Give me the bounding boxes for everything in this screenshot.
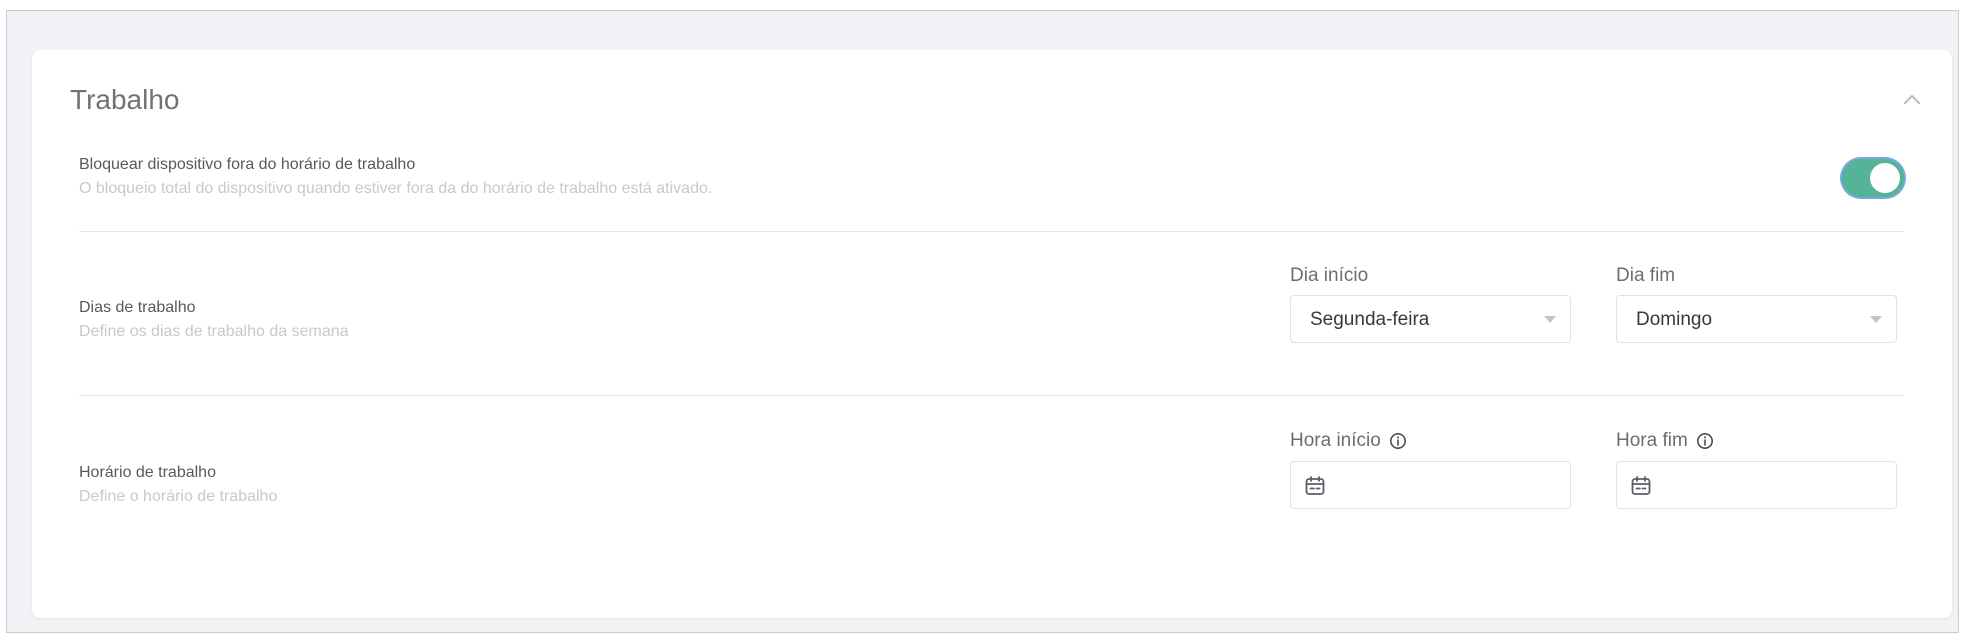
end-day-value: Domingo — [1636, 309, 1713, 330]
start-day-value: Segunda-feira — [1310, 309, 1430, 330]
calendar-icon — [1305, 476, 1325, 495]
start-day-select[interactable]: Segunda-feira — [1290, 295, 1571, 343]
work-settings-card: Trabalho Bloquear dispositivo fora do ho… — [32, 50, 1952, 618]
work-hours-label: Horário de trabalho — [79, 464, 216, 481]
toggle-knob — [1870, 163, 1900, 193]
end-hour-label: Hora fim — [1616, 430, 1714, 452]
end-hour-label-text: Hora fim — [1616, 430, 1688, 451]
work-days-row: Dias de trabalho Define os dias de traba… — [79, 265, 1904, 365]
work-hours-description: Define o horário de trabalho — [79, 488, 278, 505]
block-device-label: Bloquear dispositivo fora do horário de … — [79, 156, 416, 173]
chevron-down-icon — [1870, 316, 1882, 323]
calendar-icon — [1631, 476, 1651, 495]
block-device-row: Bloquear dispositivo fora do horário de … — [79, 156, 1904, 206]
end-day-select[interactable]: Domingo — [1616, 295, 1897, 343]
section-title: Trabalho — [70, 84, 180, 115]
block-device-toggle[interactable] — [1842, 159, 1904, 197]
end-day-label: Dia fim — [1616, 265, 1675, 287]
work-days-description: Define os dias de trabalho da semana — [79, 323, 349, 340]
end-day-label-text: Dia fim — [1616, 265, 1676, 286]
info-icon[interactable] — [1696, 432, 1714, 450]
chevron-up-icon[interactable] — [1900, 88, 1924, 112]
start-day-label: Dia início — [1290, 265, 1368, 287]
start-day-label-text: Dia início — [1290, 265, 1369, 286]
chevron-down-icon — [1544, 316, 1556, 323]
end-hour-input[interactable] — [1616, 461, 1897, 509]
divider — [79, 395, 1904, 396]
page-frame: Trabalho Bloquear dispositivo fora do ho… — [6, 10, 1959, 633]
work-days-label: Dias de trabalho — [79, 299, 196, 316]
start-hour-input[interactable] — [1290, 461, 1571, 509]
divider — [79, 231, 1904, 232]
info-icon[interactable] — [1389, 432, 1407, 450]
start-hour-label-text: Hora início — [1290, 430, 1381, 451]
block-device-description: O bloqueio total do dispositivo quando e… — [79, 180, 713, 197]
work-hours-row: Horário de trabalho Define o horário de … — [79, 430, 1904, 530]
start-hour-label: Hora início — [1290, 430, 1407, 452]
